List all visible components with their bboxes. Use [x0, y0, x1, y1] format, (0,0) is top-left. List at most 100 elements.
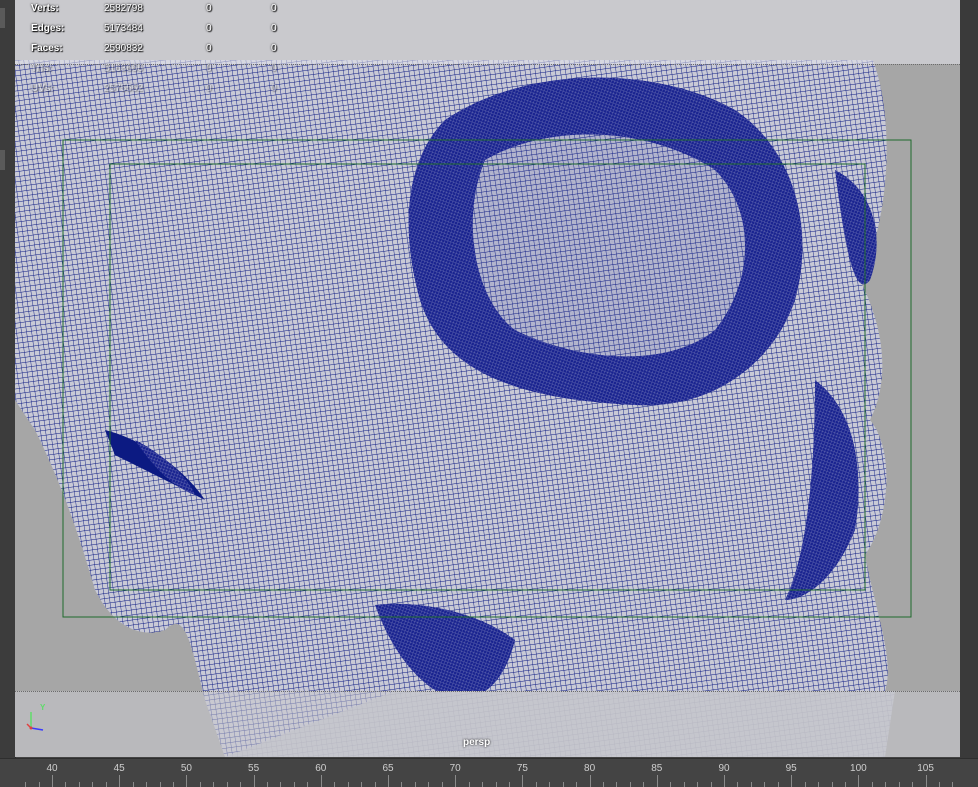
timeline-frame-label: 60 [315, 763, 327, 774]
timeline-tick [656, 775, 658, 787]
timeline-tick [683, 782, 685, 787]
timeline-tick [146, 782, 148, 787]
hud-total-value: 2575562 [104, 83, 143, 94]
timeline-tick [804, 782, 806, 787]
camera-name-label: persp [463, 737, 491, 748]
hud-label: UVs: [31, 83, 54, 94]
hud-label: Faces: [31, 43, 63, 54]
timeline-frame-label: 75 [516, 763, 528, 774]
hud-selected-value: 0 [206, 63, 212, 74]
timeline-tick [549, 782, 551, 787]
timeline-frame-label: 65 [382, 763, 394, 774]
timeline-tick [791, 775, 793, 787]
timeline-tick [764, 782, 766, 787]
timeline-tick [589, 775, 591, 787]
time-slider[interactable]: 40 45 50 55 60 65 70 75 80 85 90 95 100 105 [0, 758, 978, 787]
timeline-tick [710, 782, 712, 787]
timeline-frame-label: 80 [584, 763, 596, 774]
timeline-tick [267, 782, 269, 787]
timeline-tick [576, 782, 578, 787]
timeline-tick [240, 782, 242, 787]
timeline-tick [52, 775, 53, 787]
timeline-tick [885, 782, 887, 787]
timeline-tick [455, 775, 457, 787]
hud-row: Faces: 2590832 0 0 [31, 42, 311, 62]
poly-count-hud: Verts: 2582798 0 0 Edges: 5173484 0 0 Faces: 2590… [31, 2, 311, 102]
timeline-tick [388, 775, 389, 787]
hud-component-value: 0 [271, 3, 277, 14]
timeline-frame-label: 85 [651, 763, 663, 774]
toolbar-tab[interactable] [0, 8, 5, 28]
timeline-tick [414, 782, 416, 787]
timeline-tick [92, 782, 94, 787]
timeline-tick [401, 782, 403, 787]
timeline-tick [226, 782, 228, 787]
timeline-tick [939, 782, 941, 787]
timeline-tick [186, 775, 188, 787]
hud-label: Edges: [31, 23, 65, 34]
timeline-tick [213, 782, 215, 787]
timeline-tick [629, 782, 631, 787]
timeline-tick [818, 782, 820, 787]
hud-component-value: 0 [271, 43, 277, 54]
timeline-tick [159, 782, 161, 787]
timeline-tick [844, 782, 846, 787]
timeline-tick [871, 782, 873, 787]
timeline-tick [508, 782, 510, 787]
timeline-tick [670, 782, 672, 787]
timeline-tick [347, 782, 349, 787]
hud-row: UVs: 2575562 0 0 [31, 82, 311, 102]
timeline-tick [858, 775, 860, 787]
viewport-panel-frame: Verts: 2582798 0 0 Edges: 5173484 0 0 Faces: 2590… [0, 0, 978, 758]
timeline-tick [495, 782, 497, 787]
timeline-tick [119, 775, 121, 787]
view-axis-gizmo-icon [26, 712, 44, 731]
timeline-frame-label: 40 [46, 763, 58, 774]
hud-selected-value: 0 [206, 23, 212, 34]
timeline-tick [428, 782, 430, 787]
left-toolbar-strip [0, 0, 16, 758]
timeline-tick [78, 782, 80, 787]
timeline-tick [697, 782, 699, 787]
timeline-tick [320, 775, 322, 787]
hud-component-value: 0 [271, 63, 277, 74]
hud-total-value: 2582798 [104, 3, 143, 14]
timeline-tick [441, 782, 443, 787]
hud-total-value: 5173484 [104, 23, 143, 34]
toolbar-tab[interactable] [0, 150, 5, 170]
timeline-tick [522, 775, 524, 787]
timeline-tick [898, 782, 900, 787]
timeline-tick [724, 775, 725, 787]
hud-component-value: 0 [271, 83, 277, 94]
timeline-frame-label: 100 [850, 763, 867, 774]
timeline-frame-label: 55 [248, 763, 260, 774]
timeline-tick [952, 782, 954, 787]
timeline-tick [172, 782, 174, 787]
timeline-tick [253, 775, 255, 787]
timeline-frame-label: 50 [180, 763, 192, 774]
hud-selected-value: 0 [206, 83, 212, 94]
timeline-tick [468, 782, 470, 787]
hud-component-value: 0 [271, 23, 277, 34]
timeline-tick [361, 782, 363, 787]
perspective-viewport[interactable]: Verts: 2582798 0 0 Edges: 5173484 0 0 Faces: 2590… [15, 0, 960, 757]
timeline-tick [334, 782, 336, 787]
viewport-bottom-dotted-rule [15, 691, 960, 692]
timeline-tick [25, 782, 27, 787]
timeline-tick [65, 782, 67, 787]
timeline-tick [293, 782, 295, 787]
hud-total-value: 2590832 [104, 43, 143, 54]
timeline-frame-label: 45 [113, 763, 125, 774]
timeline-frame-label: 95 [785, 763, 797, 774]
timeline-tick [374, 782, 376, 787]
timeline-tick [737, 782, 739, 787]
axis-y-label: Y [40, 703, 46, 712]
skull-wireframe-mesh[interactable] [15, 0, 960, 757]
timeline-frame-label: 70 [449, 763, 461, 774]
hud-label: Tris: [31, 63, 53, 74]
hud-total-value: 5163666 [104, 63, 143, 74]
timeline-tick [831, 782, 833, 787]
timeline-tick [535, 782, 537, 787]
timeline-tick [562, 782, 564, 787]
timeline-tick [912, 782, 914, 787]
